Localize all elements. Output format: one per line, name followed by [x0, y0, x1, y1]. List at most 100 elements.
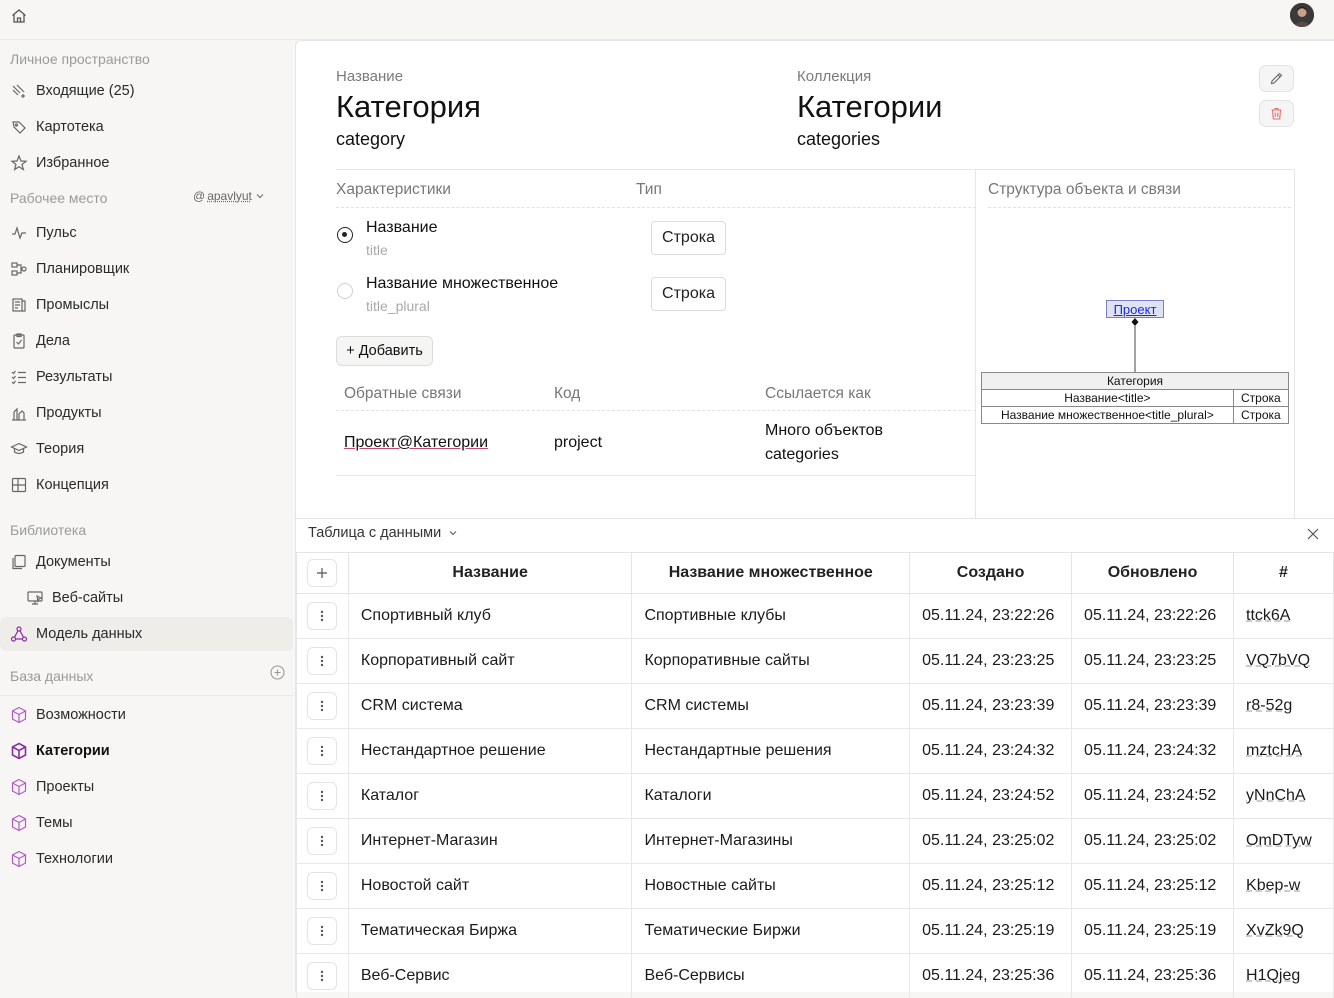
cell-title[interactable]: Каталог	[347, 773, 633, 819]
property-name[interactable]: Название множественное	[366, 275, 558, 293]
cell-updated[interactable]: 05.11.24, 23:23:25	[1071, 638, 1235, 684]
diagram-entity-link[interactable]: Проект	[1106, 300, 1164, 318]
primary-radio[interactable]	[337, 227, 353, 243]
sidebar-item-tasks[interactable]: Дела	[0, 324, 293, 358]
table-row[interactable]: Нестандартное решение Нестандартные решен…	[296, 728, 1334, 774]
row-menu-button[interactable]	[307, 917, 338, 945]
cell-title-plural[interactable]: Корпоративные сайты	[631, 638, 911, 684]
sidebar-item-topics[interactable]: Темы	[0, 806, 293, 840]
cell-title-plural[interactable]: Нестандартные решения	[631, 728, 911, 774]
avatar[interactable]	[1290, 3, 1314, 27]
sidebar-item-documents[interactable]: Документы	[0, 545, 293, 579]
row-menu-button[interactable]	[307, 872, 338, 900]
primary-radio[interactable]	[337, 283, 353, 299]
cell-title-plural[interactable]: Спортивные клубы	[631, 593, 911, 639]
row-menu-button[interactable]	[307, 782, 338, 810]
edit-button[interactable]	[1259, 65, 1294, 92]
sidebar-item-concept[interactable]: Концепция	[0, 468, 293, 502]
table-row[interactable]: Тематическая Биржа Тематические Биржи 05.1…	[296, 908, 1334, 954]
cell-title-plural[interactable]: Тематические Биржи	[631, 908, 911, 954]
collection-name[interactable]: Категории	[797, 89, 942, 125]
cell-id[interactable]: yNnChA	[1233, 773, 1334, 819]
sidebar-item-favorites[interactable]: Избранное	[0, 146, 293, 180]
cell-id[interactable]: XvZk9Q	[1233, 908, 1334, 954]
sidebar-item-data-model[interactable]: Модель данных	[0, 617, 293, 651]
close-icon[interactable]	[1306, 527, 1320, 541]
table-row[interactable]: Спортивный клуб Спортивные клубы 05.11.24,…	[296, 593, 1334, 639]
cell-id[interactable]: OmDTyw	[1233, 818, 1334, 864]
cell-id[interactable]: Kbep-w	[1233, 863, 1334, 909]
column-header[interactable]: Название	[347, 552, 633, 594]
sidebar-item-pulse[interactable]: Пульс	[0, 216, 293, 250]
cell-title[interactable]: Нестандартное решение	[347, 728, 633, 774]
table-row[interactable]: Корпоративный сайт Корпоративные сайты 05.…	[296, 638, 1334, 684]
column-header[interactable]: Обновлено	[1071, 552, 1235, 594]
cell-created[interactable]: 05.11.24, 23:23:39	[909, 683, 1073, 729]
column-header[interactable]: #	[1233, 552, 1334, 594]
sidebar-item-crafts[interactable]: Промыслы	[0, 288, 293, 322]
table-row[interactable]: CRM система CRM системы 05.11.24, 23:23:39…	[296, 683, 1334, 729]
add-database-icon[interactable]	[270, 665, 285, 680]
cell-created[interactable]: 05.11.24, 23:25:19	[909, 908, 1073, 954]
property-type[interactable]: Строка	[651, 221, 726, 255]
sidebar-item-theory[interactable]: Теория	[0, 432, 293, 466]
relation-link[interactable]: Проект@Категории	[344, 434, 488, 452]
cell-created[interactable]: 05.11.24, 23:24:52	[909, 773, 1073, 819]
cell-title-plural[interactable]: Каталоги	[631, 773, 911, 819]
table-row[interactable]: Новостой сайт Новостные сайты 05.11.24, 23…	[296, 863, 1334, 909]
cell-created[interactable]: 05.11.24, 23:22:26	[909, 593, 1073, 639]
cell-title[interactable]: Веб-Сервис	[347, 953, 633, 998]
cell-id[interactable]: H1Qjeg	[1233, 953, 1334, 998]
cell-title[interactable]: Корпоративный сайт	[347, 638, 633, 684]
row-menu-button[interactable]	[307, 647, 338, 675]
cell-title[interactable]: Тематическая Биржа	[347, 908, 633, 954]
cell-title-plural[interactable]: Веб-Сервисы	[631, 953, 911, 998]
data-table-title-dropdown[interactable]: Таблица с данными	[308, 525, 459, 541]
column-header[interactable]: Название множественное	[631, 552, 911, 594]
sidebar-item-websites[interactable]: Веб-сайты	[0, 581, 293, 615]
cell-id[interactable]: mztcHA	[1233, 728, 1334, 774]
sidebar-item-categories[interactable]: Категории	[0, 734, 293, 768]
sidebar-item-technologies[interactable]: Технологии	[0, 842, 293, 876]
home-icon[interactable]	[10, 7, 28, 25]
cell-updated[interactable]: 05.11.24, 23:24:32	[1071, 728, 1235, 774]
property-name[interactable]: Название	[366, 219, 438, 237]
cell-id[interactable]: r8-52g	[1233, 683, 1334, 729]
row-menu-button[interactable]	[307, 827, 338, 855]
table-row[interactable]: Веб-Сервис Веб-Сервисы 05.11.24, 23:25:36 0…	[296, 953, 1334, 998]
row-menu-button[interactable]	[307, 602, 338, 630]
add-property-button[interactable]: + Добавить	[336, 336, 433, 366]
entity-name[interactable]: Категория	[336, 89, 481, 125]
add-row-button[interactable]	[307, 559, 338, 587]
sidebar-item-products[interactable]: Продукты	[0, 396, 293, 430]
cell-title-plural[interactable]: Интернет-Магазины	[631, 818, 911, 864]
delete-button[interactable]	[1259, 100, 1294, 127]
cell-updated[interactable]: 05.11.24, 23:25:36	[1071, 953, 1235, 998]
table-row[interactable]: Интернет-Магазин Интернет-Магазины 05.11.2…	[296, 818, 1334, 864]
entity-code[interactable]: category	[336, 129, 405, 150]
row-menu-button[interactable]	[307, 692, 338, 720]
cell-updated[interactable]: 05.11.24, 23:25:19	[1071, 908, 1235, 954]
cell-updated[interactable]: 05.11.24, 23:23:39	[1071, 683, 1235, 729]
cell-title[interactable]: Спортивный клуб	[347, 593, 633, 639]
cell-title[interactable]: Новостой сайт	[347, 863, 633, 909]
cell-updated[interactable]: 05.11.24, 23:25:02	[1071, 818, 1235, 864]
cell-title-plural[interactable]: CRM системы	[631, 683, 911, 729]
cell-updated[interactable]: 05.11.24, 23:22:26	[1071, 593, 1235, 639]
cell-created[interactable]: 05.11.24, 23:24:32	[909, 728, 1073, 774]
cell-created[interactable]: 05.11.24, 23:25:12	[909, 863, 1073, 909]
row-menu-button[interactable]	[307, 962, 338, 990]
sidebar-item-capabilities[interactable]: Возможности	[0, 698, 293, 732]
sidebar-item-catalog[interactable]: Картотека	[0, 110, 293, 144]
sidebar-item-results[interactable]: Результаты	[0, 360, 293, 394]
cell-id[interactable]: VQ7bVQ	[1233, 638, 1334, 684]
collection-code[interactable]: categories	[797, 129, 880, 150]
cell-created[interactable]: 05.11.24, 23:25:36	[909, 953, 1073, 998]
cell-title-plural[interactable]: Новостные сайты	[631, 863, 911, 909]
sidebar-item-planner[interactable]: Планировщик	[0, 252, 293, 286]
column-header[interactable]: Создано	[909, 552, 1073, 594]
sidebar-item-inbox[interactable]: Входящие (25)	[0, 74, 293, 108]
row-menu-button[interactable]	[307, 737, 338, 765]
cell-created[interactable]: 05.11.24, 23:23:25	[909, 638, 1073, 684]
cell-created[interactable]: 05.11.24, 23:25:02	[909, 818, 1073, 864]
